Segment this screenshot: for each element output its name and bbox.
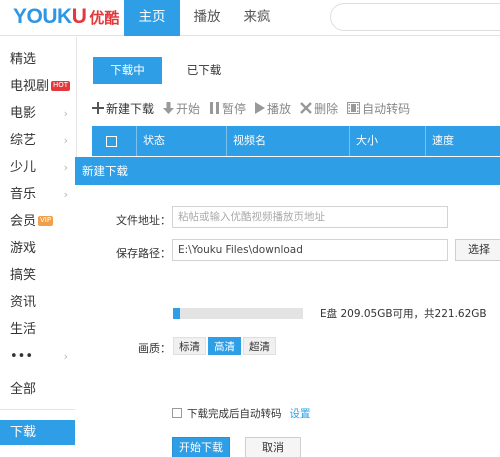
column-video-name[interactable]: 视频名: [226, 126, 348, 156]
play-icon: [255, 102, 266, 114]
chevron-right-icon: ›: [63, 161, 68, 174]
disk-usage-fill: [173, 308, 181, 319]
logo-chinese-text: 优酷: [89, 9, 120, 27]
file-address-input[interactable]: 粘帖或输入优酷视频播放页地址: [172, 206, 448, 228]
toolbar-label: 开始: [176, 101, 201, 116]
sidebar-item-label: 少儿: [10, 160, 37, 175]
sidebar-item-label: 游戏: [10, 241, 37, 256]
tab-laifeng[interactable]: 来疯: [234, 0, 280, 36]
sidebar-item-games[interactable]: 游戏: [0, 236, 76, 261]
sidebar-item-label: 音乐: [10, 187, 37, 202]
auto-transcode-checkbox[interactable]: [172, 408, 182, 418]
more-dots-icon: •••: [10, 349, 34, 364]
sidebar-item-featured[interactable]: 精选: [0, 47, 76, 72]
quality-option-super[interactable]: 超清: [243, 337, 276, 355]
new-download-button[interactable]: 新建下载: [92, 100, 154, 117]
sidebar-item-kids[interactable]: 少儿 ›: [0, 155, 76, 180]
chevron-right-icon: ›: [63, 350, 68, 363]
sidebar-item-label: 生活: [10, 322, 37, 337]
sidebar-item-funny[interactable]: 搞笑: [0, 263, 76, 288]
column-size[interactable]: 大小: [349, 126, 425, 156]
disk-space-text: E盘 209.05GB可用，共221.62GB: [320, 308, 487, 320]
sidebar-item-label: 会员: [10, 214, 37, 229]
chevron-right-icon: ›: [63, 107, 68, 120]
save-path-label: 保存路径：: [116, 247, 171, 260]
auto-transcode-label: 下载完成后自动转码: [187, 407, 282, 420]
cancel-button[interactable]: 取消: [245, 437, 301, 457]
sidebar-item-movies[interactable]: 电影 ›: [0, 101, 76, 126]
start-button[interactable]: 开始: [163, 100, 200, 117]
play-button[interactable]: 播放: [255, 100, 291, 117]
choose-folder-button[interactable]: 选择: [455, 239, 500, 261]
sidebar: 精选 电视剧 HOT 电影 › 综艺 › 少儿 › 音乐 › 会员 VIP 游戏 搞笑 资讯…: [0, 37, 77, 457]
settings-link[interactable]: 设置: [290, 406, 311, 421]
select-all-checkbox[interactable]: [106, 136, 117, 147]
sidebar-item-news[interactable]: 资讯: [0, 290, 76, 315]
tab-play[interactable]: 播放: [184, 0, 230, 36]
sidebar-item-label: 电影: [10, 106, 37, 121]
chevron-right-icon: ›: [63, 134, 68, 147]
toolbar-label: 删除: [314, 101, 339, 116]
top-bar: YOUKU 优酷 主页 播放 来疯: [0, 0, 500, 36]
toolbar-label: 暂停: [222, 101, 247, 116]
sidebar-item-label: 电视剧: [10, 79, 50, 94]
plus-icon: [92, 102, 104, 114]
youku-logo[interactable]: YOUKU 优酷: [13, 5, 119, 31]
hot-badge: HOT: [51, 81, 71, 91]
save-path-input[interactable]: E:\Youku Files\download: [172, 239, 448, 261]
vip-badge: VIP: [38, 216, 54, 226]
sidebar-item-label: 全部: [10, 382, 37, 397]
column-status[interactable]: 状态: [136, 126, 220, 156]
quality-selector: 标清 高清 超清: [173, 337, 278, 355]
sidebar-item-music[interactable]: 音乐 ›: [0, 182, 76, 207]
top-nav: 主页 播放 来疯: [124, 0, 280, 36]
dialog-body: 文件地址： 粘帖或输入优酷视频播放页地址 保存路径： E:\Youku File…: [75, 185, 500, 457]
film-icon: [347, 102, 361, 114]
delete-icon: [300, 102, 312, 114]
search-input[interactable]: [330, 3, 500, 31]
quality-option-sd[interactable]: 标清: [173, 337, 206, 355]
sidebar-item-label: 综艺: [10, 133, 37, 148]
sidebar-item-tv[interactable]: 电视剧 HOT: [0, 74, 76, 99]
auto-transcode-row: 下载完成后自动转码 设置: [172, 406, 311, 420]
chevron-right-icon: ›: [63, 188, 68, 201]
pause-button[interactable]: 暂停: [209, 100, 246, 117]
sidebar-item-all[interactable]: 全部: [0, 377, 76, 402]
sidebar-item-life[interactable]: 生活: [0, 317, 76, 342]
toolbar-label: 播放: [267, 101, 292, 116]
toolbar-label: 自动转码: [362, 101, 411, 116]
sidebar-item-label: 精选: [10, 52, 37, 67]
file-address-label: 文件地址：: [116, 214, 171, 227]
sidebar-divider: [0, 409, 76, 410]
toolbar-label: 新建下载: [106, 101, 155, 116]
pause-icon: [210, 102, 220, 114]
download-icon: [163, 102, 175, 114]
sidebar-item-more[interactable]: ••• ›: [0, 344, 76, 369]
disk-usage-bar: [173, 308, 303, 319]
tab-downloaded[interactable]: 已下载: [172, 57, 236, 84]
download-toolbar: 新建下载 开始 暂停 播放 删除 自动转码: [92, 99, 419, 117]
logo-wordmark: YOUKU: [13, 5, 87, 28]
tab-downloading[interactable]: 下载中: [93, 57, 162, 84]
column-speed[interactable]: 速度: [425, 126, 500, 156]
start-download-button[interactable]: 开始下载: [172, 437, 230, 457]
auto-transcode-button[interactable]: 自动转码: [347, 100, 410, 117]
sidebar-item-label: 搞笑: [10, 268, 37, 283]
sidebar-item-variety[interactable]: 综艺 ›: [0, 128, 76, 153]
dialog-title: 新建下载: [75, 157, 500, 185]
quality-label: 画质：: [138, 342, 171, 355]
download-table-header: 状态 视频名 大小 速度: [92, 126, 500, 156]
new-download-dialog: 新建下载 文件地址： 粘帖或输入优酷视频播放页地址 保存路径： E:\Youku…: [75, 157, 500, 457]
sidebar-item-member[interactable]: 会员 VIP: [0, 209, 76, 234]
sidebar-item-label: 资讯: [10, 295, 37, 310]
tab-home[interactable]: 主页: [124, 0, 180, 36]
delete-button[interactable]: 删除: [300, 100, 338, 117]
sidebar-item-download[interactable]: 下载: [0, 420, 76, 445]
sidebar-item-label: 下载: [10, 425, 37, 440]
quality-option-hd[interactable]: 高清: [208, 337, 241, 355]
